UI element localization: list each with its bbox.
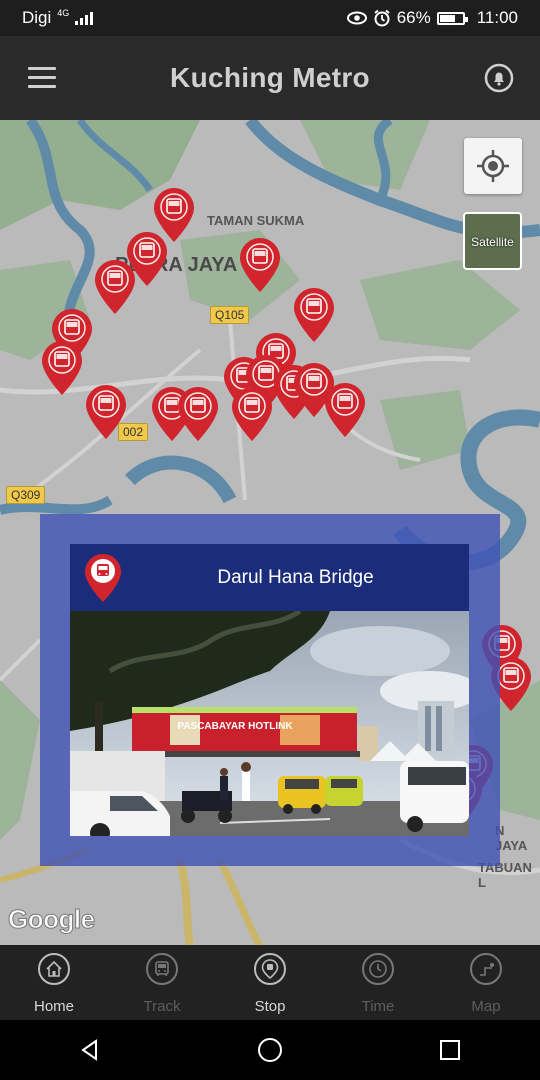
bus-stop-pin-icon[interactable]	[324, 382, 366, 438]
home-icon	[38, 953, 70, 985]
billboard-text: PASCABAYAR HOTLINK	[177, 721, 293, 732]
recents-icon[interactable]	[430, 1030, 470, 1070]
bus-stop-pin-icon[interactable]	[239, 237, 281, 293]
bus-stop-pin-icon[interactable]	[94, 259, 136, 315]
map-label-taman-sukma: TAMAN SUKMA	[207, 213, 305, 228]
status-right: 66% 11:00	[346, 8, 518, 28]
stop-popup-overlay[interactable]: Darul Hana Bridge PASCABAYAR HOTLINK	[40, 514, 500, 866]
bus-icon	[146, 953, 178, 985]
network-type: 4G	[57, 8, 70, 18]
bus-stop-pin-icon[interactable]	[231, 386, 273, 442]
stop-popup-card[interactable]: Darul Hana Bridge PASCABAYAR HOTLINK	[70, 544, 469, 836]
eye-icon	[346, 11, 367, 25]
map-label-jaya: N JAYA	[495, 823, 528, 853]
nav-label-stop: Stop	[254, 998, 286, 1015]
road-badge-q105: Q105	[210, 306, 250, 324]
menu-icon[interactable]	[28, 67, 56, 89]
clock-icon	[362, 953, 394, 985]
bus-stop-pin-icon[interactable]	[293, 287, 335, 343]
bell-icon[interactable]	[484, 63, 514, 93]
stop-icon	[254, 953, 286, 985]
app-title: Kuching Metro	[170, 62, 370, 93]
home-circle-icon[interactable]	[250, 1030, 290, 1070]
nav-time[interactable]: Time	[324, 945, 432, 1020]
bus-stop-pin-icon[interactable]	[41, 340, 83, 396]
nav-label-map: Map	[471, 998, 501, 1015]
battery-percent: 66%	[396, 8, 431, 27]
road-badge-q309: Q309	[6, 486, 46, 504]
alarm-icon	[374, 9, 390, 27]
nav-home[interactable]: Home	[0, 945, 108, 1020]
popup-title: Darul Hana Bridge	[217, 566, 374, 588]
carrier-name: Digi	[22, 8, 52, 27]
bus-stop-pin-icon	[85, 554, 121, 602]
bus-stop-photo: PASCABAYAR HOTLINK	[70, 611, 469, 836]
nav-stop[interactable]: Stop	[216, 945, 324, 1020]
status-bar: Digi 4G 66% 11:00	[0, 0, 540, 36]
nav-label-time: Time	[361, 998, 395, 1015]
satellite-label: Satellite	[471, 235, 514, 249]
crosshair-icon	[477, 150, 509, 182]
nav-label-track: Track	[143, 998, 181, 1015]
nav-track[interactable]: Track	[108, 945, 216, 1020]
bus-stop-pin-icon[interactable]	[85, 384, 127, 440]
my-location-button[interactable]	[464, 138, 522, 194]
app-bar: Kuching Metro	[0, 36, 540, 120]
route-icon	[470, 953, 502, 985]
bus-stop-pin-icon[interactable]	[177, 386, 219, 442]
back-icon[interactable]	[70, 1030, 110, 1070]
bottom-nav: Home Track Stop Time Map	[0, 945, 540, 1020]
nav-label-home: Home	[33, 998, 74, 1015]
satellite-toggle[interactable]: Satellite	[463, 212, 522, 270]
system-nav-bar	[0, 1020, 540, 1080]
signal-icon	[75, 11, 94, 25]
google-logo: Google	[8, 904, 96, 935]
clock-time: 11:00	[476, 8, 518, 27]
status-left: Digi 4G	[22, 8, 94, 28]
popup-header: Darul Hana Bridge	[70, 544, 469, 611]
nav-map[interactable]: Map	[432, 945, 540, 1020]
battery-icon	[436, 11, 468, 25]
